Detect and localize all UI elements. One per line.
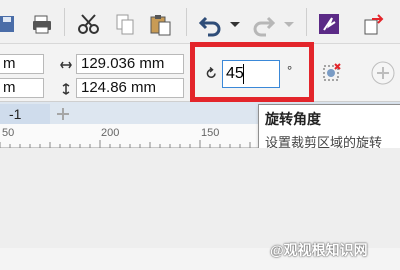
- crop-area-icon[interactable]: [320, 62, 342, 89]
- copy-icon[interactable]: [114, 10, 138, 38]
- ruler-label: 150: [201, 127, 220, 139]
- paste-icon[interactable]: [148, 10, 174, 38]
- width-icon: [60, 58, 72, 76]
- add-page-icon[interactable]: [52, 104, 74, 124]
- tooltip-title: 旋转角度: [265, 111, 321, 127]
- ruler-label: 200: [101, 127, 120, 139]
- watermark: @观视根知识网: [270, 242, 368, 258]
- highlight-box: [190, 42, 314, 102]
- cut-icon[interactable]: [76, 10, 102, 38]
- page-tab[interactable]: -1: [0, 104, 50, 124]
- add-icon[interactable]: [370, 60, 396, 91]
- drawing-canvas[interactable]: [0, 148, 400, 248]
- rotation-tooltip: 旋转角度 设置裁剪区域的旋转: [258, 104, 400, 154]
- redo-icon[interactable]: [252, 10, 276, 38]
- height-field[interactable]: 124.86 mm: [76, 78, 184, 98]
- width-field[interactable]: 129.036 mm: [76, 54, 184, 74]
- toolbar-separator: [64, 8, 65, 36]
- export-icon[interactable]: [362, 10, 388, 38]
- undo-icon[interactable]: [198, 10, 224, 38]
- toolbar-separator: [306, 8, 307, 36]
- main-toolbar: [0, 0, 400, 44]
- chevron-down-icon[interactable]: [282, 10, 296, 38]
- launch-app-icon[interactable]: [318, 10, 342, 38]
- chevron-down-icon[interactable]: [228, 10, 242, 38]
- toolbar-separator: [186, 8, 187, 36]
- ruler-label: 50: [2, 127, 15, 139]
- save-icon[interactable]: [0, 10, 20, 38]
- y-position-field[interactable]: m: [0, 78, 44, 98]
- x-position-field[interactable]: m: [0, 54, 44, 74]
- print-icon[interactable]: [30, 10, 56, 38]
- height-icon: [60, 82, 72, 100]
